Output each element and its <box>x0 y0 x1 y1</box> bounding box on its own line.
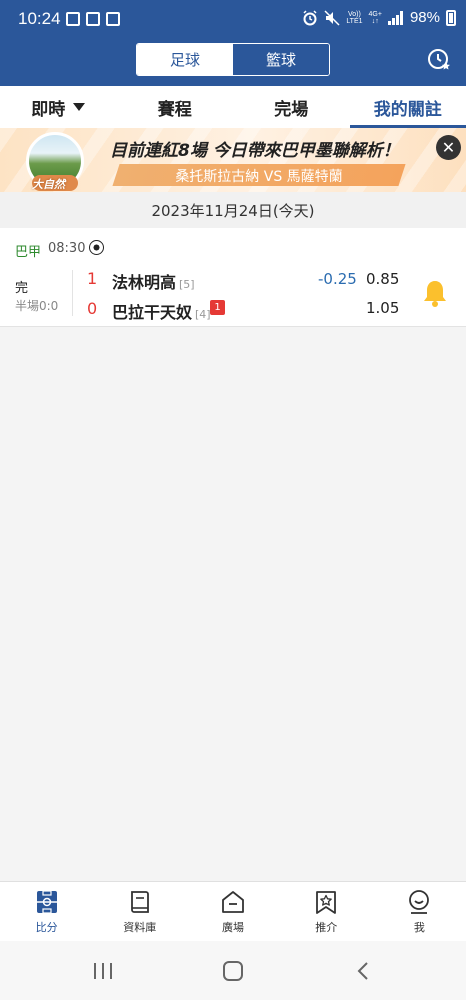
back-icon[interactable] <box>355 961 371 981</box>
clipboard-check-icon <box>106 12 120 26</box>
basketball-tab[interactable]: 籃球 <box>233 44 329 75</box>
match-status: 完 <box>15 281 29 296</box>
banner-title: 目前連紅8場 今日帶來巴甲墨聯解析！ <box>110 141 400 161</box>
away-score: 0 <box>87 299 98 318</box>
volte-indicator: Vo)) LTE1 <box>346 10 363 25</box>
battery-icon <box>446 9 456 26</box>
red-card-badge: 1 <box>210 300 225 315</box>
clock-star-icon[interactable] <box>427 48 451 72</box>
half-time-score: 半場0:0 <box>15 299 59 313</box>
nav-database[interactable]: 資料庫 <box>93 882 186 941</box>
avatar-label: 大自然 <box>32 178 65 191</box>
nav-plaza[interactable]: 廣場 <box>186 882 279 941</box>
bell-icon[interactable] <box>422 279 448 307</box>
profile-icon <box>409 889 430 914</box>
nav-label: 推介 <box>315 920 338 934</box>
tab-my-follows[interactable]: 我的關註 <box>349 86 466 128</box>
recent-apps-icon[interactable] <box>92 961 114 981</box>
mail-icon <box>86 12 100 26</box>
status-bar: 10:24 Vo)) LTE1 4G+ ↓↑ 98% <box>0 0 466 40</box>
tab-schedule[interactable]: 賽程 <box>117 86 234 128</box>
away-team: 巴拉干天奴 [4] <box>112 303 211 322</box>
network-indicator: 4G+ ↓↑ <box>368 10 382 25</box>
home-button-icon[interactable] <box>222 961 244 981</box>
system-nav-bar <box>0 941 466 1000</box>
mute-icon <box>324 9 340 26</box>
home-team: 法林明高 [5] <box>112 273 195 292</box>
football-tab[interactable]: 足球 <box>137 44 233 75</box>
banner-subtitle: 桑托斯拉古納 VS 馬薩特蘭 <box>175 169 343 185</box>
system-status: Vo)) LTE1 4G+ ↓↑ 98% <box>302 9 456 26</box>
match-time: 08:30 <box>48 241 86 256</box>
handicap-value: -0.25 <box>318 270 357 288</box>
nav-label: 資料庫 <box>123 920 157 934</box>
signal-icon <box>387 10 403 25</box>
home-score: 1 <box>87 269 98 288</box>
nav-me[interactable]: 我 <box>373 882 466 941</box>
home-rank: [5] <box>179 278 195 291</box>
away-odds: 1.05 <box>366 299 400 317</box>
main-tabs: 即時 賽程 完場 我的關註 <box>0 86 466 128</box>
nav-scores[interactable]: 比分 <box>0 882 93 941</box>
gallery-icon <box>66 12 80 26</box>
date-header: 2023年11月24日(今天) <box>0 192 466 228</box>
sport-toggle[interactable]: 足球 籃球 <box>136 43 330 76</box>
battery-percent: 98% <box>409 9 440 26</box>
divider <box>72 270 73 316</box>
home-odds: 0.85 <box>366 270 400 288</box>
notification-icons <box>66 12 120 26</box>
nav-label: 我 <box>413 920 425 934</box>
bottom-nav: 比分 資料庫 廣場 推介 我 <box>0 881 466 941</box>
nav-label: 廣場 <box>222 920 244 934</box>
star-bookmark-icon <box>316 890 337 914</box>
book-icon <box>130 890 149 913</box>
league-name: 巴甲 <box>15 245 42 260</box>
plaza-icon <box>222 890 244 913</box>
status-time: 10:24 <box>18 9 61 28</box>
away-rank: [4] <box>195 308 211 321</box>
tab-finished[interactable]: 完場 <box>233 86 350 128</box>
scoreboard-icon <box>36 889 57 914</box>
nav-label: 比分 <box>35 920 58 934</box>
caret-down-icon <box>73 103 86 111</box>
soccer-ball-icon <box>89 240 104 255</box>
tab-live[interactable]: 即時 <box>0 86 117 128</box>
close-icon[interactable]: ✕ <box>436 135 461 160</box>
nav-recommend[interactable]: 推介 <box>280 882 373 941</box>
alarm-icon <box>303 9 317 25</box>
